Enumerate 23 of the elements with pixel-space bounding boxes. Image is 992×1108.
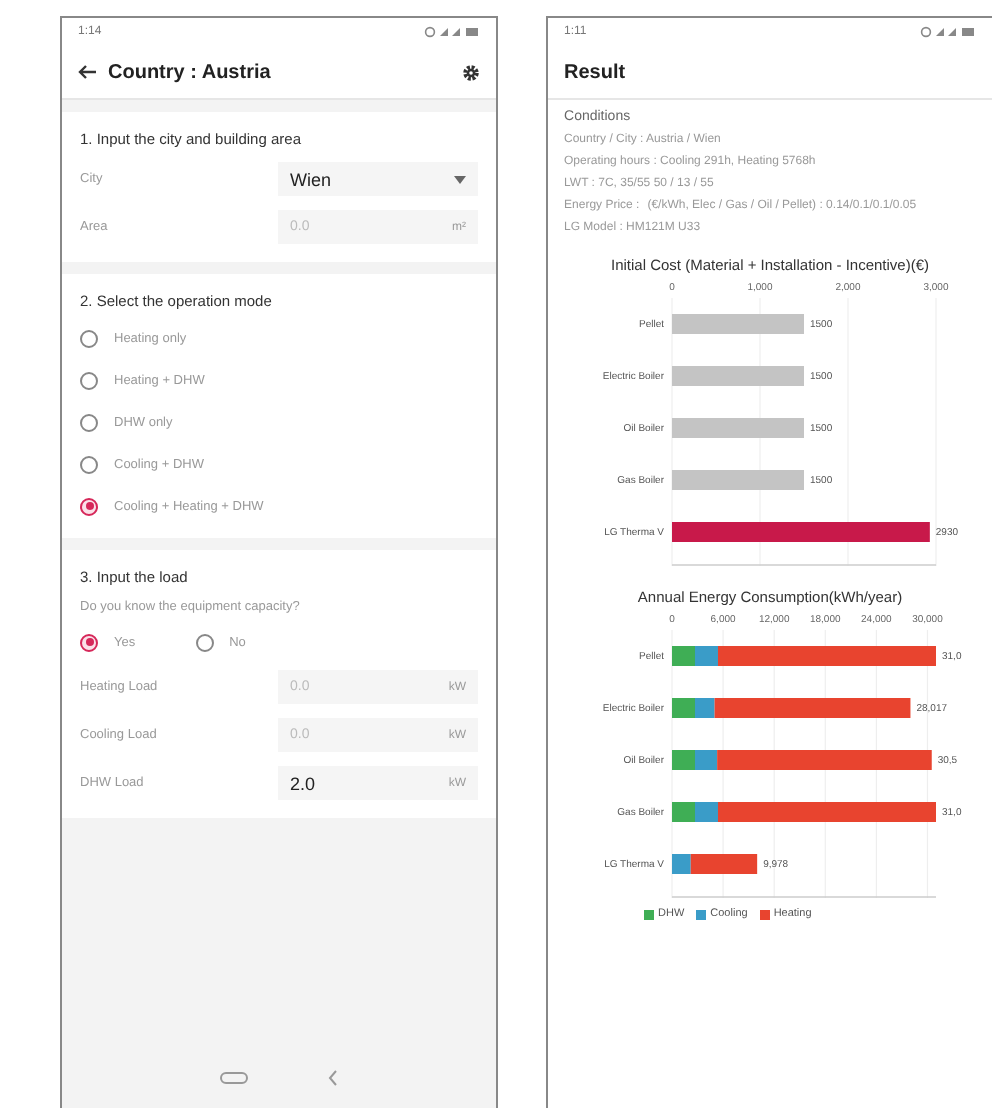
legend-swatch [696, 909, 707, 919]
screen-title: Result [564, 61, 628, 83]
bar-segment [672, 750, 695, 770]
dropdown-caret-icon [454, 175, 467, 183]
bar-segment [672, 470, 805, 490]
screen-title: Country : Austria [108, 61, 273, 83]
bar-segment [672, 314, 805, 334]
status-icons [920, 26, 976, 38]
back-arrow-icon[interactable] [78, 64, 96, 80]
back-icon[interactable] [328, 1070, 338, 1086]
status-icons [424, 26, 481, 38]
bar-segment [672, 418, 805, 438]
settings-icon[interactable] [462, 63, 481, 81]
bar-segment [672, 698, 695, 718]
bar-segment [672, 802, 695, 822]
home-button-icon[interactable] [220, 1072, 248, 1084]
bar-segment [672, 366, 805, 386]
legend-swatch [644, 909, 655, 919]
bar-segment [672, 646, 695, 666]
city-value[interactable]: Wien [290, 169, 391, 189]
value-input[interactable]: 2.0 [290, 773, 391, 793]
city-dropdown[interactable]: Wien [278, 162, 479, 196]
legend-swatch [759, 909, 770, 919]
